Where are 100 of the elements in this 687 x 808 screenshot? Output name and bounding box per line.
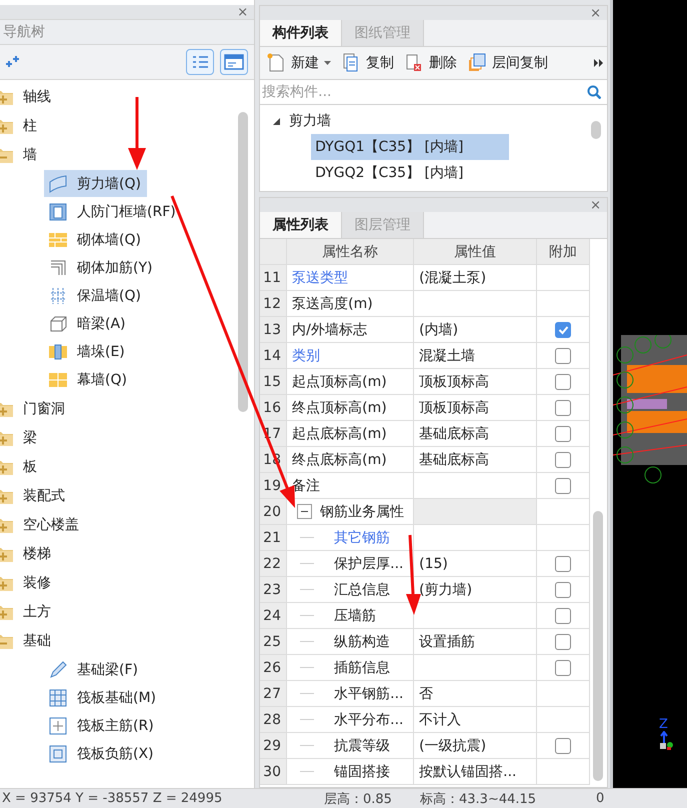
tab[interactable]: 构件列表 bbox=[260, 20, 342, 46]
checkbox[interactable] bbox=[555, 660, 572, 676]
toolbar-button[interactable]: 层间复制 bbox=[465, 51, 550, 75]
add-icon[interactable] bbox=[4, 55, 20, 69]
tree-item[interactable]: 门窗洞 bbox=[0, 394, 71, 423]
checkbox[interactable] bbox=[555, 738, 572, 754]
check-icon bbox=[558, 324, 569, 334]
close-button[interactable]: × bbox=[588, 198, 603, 212]
checkbox[interactable] bbox=[555, 556, 572, 572]
tree-item[interactable]: 板 bbox=[0, 452, 43, 481]
collapse-icon[interactable] bbox=[297, 504, 312, 519]
tree-item[interactable]: DYGQ2【C35】 [内墙] bbox=[311, 160, 510, 186]
tree-item[interactable]: 剪力墙 bbox=[272, 108, 338, 134]
property-value: 不计入 bbox=[419, 710, 462, 728]
property-value: 设置插筋 bbox=[419, 632, 476, 650]
new-dropdown-button[interactable]: 新建 bbox=[264, 51, 334, 75]
property-value: 顶板顶标高 bbox=[419, 398, 490, 416]
property-link[interactable]: 其它钢筋 bbox=[334, 528, 390, 546]
property-link[interactable]: 泵送类型 bbox=[292, 268, 348, 286]
property-value: 基础底标高 bbox=[419, 450, 490, 468]
property-value: (内墙) bbox=[419, 320, 458, 338]
row-number: 30 bbox=[260, 759, 288, 784]
property-name: 插筋信息 bbox=[334, 658, 390, 676]
tree-item[interactable]: 筏板负筋(X) bbox=[44, 740, 160, 767]
property-name: 水平钢筋... bbox=[334, 684, 404, 702]
property-name: 泵送高度(m) bbox=[292, 294, 373, 312]
list-view-button[interactable] bbox=[186, 49, 214, 75]
list-icon bbox=[191, 54, 210, 70]
axis-gizmo-icon bbox=[659, 731, 673, 751]
scrollbar[interactable] bbox=[591, 121, 601, 139]
property-value: 顶板顶标高 bbox=[419, 372, 490, 390]
checkbox[interactable] bbox=[555, 452, 572, 468]
tree-item[interactable]: 砌体加筋(Y) bbox=[44, 254, 158, 281]
row-number: 16 bbox=[260, 395, 288, 420]
property-name: 备注 bbox=[292, 476, 320, 494]
tree-item[interactable]: 基础梁(F) bbox=[44, 656, 144, 683]
tree-item[interactable]: 墙垛(E) bbox=[44, 338, 131, 365]
tree-item[interactable]: 装修 bbox=[0, 568, 57, 597]
tree-item[interactable]: 基础 bbox=[0, 626, 57, 655]
tree-item[interactable]: 轴线 bbox=[0, 82, 57, 111]
tree-item[interactable]: 幕墙(Q) bbox=[44, 366, 133, 393]
checkbox[interactable] bbox=[555, 634, 572, 650]
search-field[interactable]: 搜索构件... bbox=[262, 84, 587, 100]
scrollbar[interactable] bbox=[593, 511, 604, 781]
checkbox[interactable] bbox=[555, 426, 572, 442]
panel-title: 导航树 bbox=[0, 19, 254, 45]
tree-item[interactable]: 砌体墙(Q) bbox=[44, 226, 147, 253]
tree-item[interactable]: 暗梁(A) bbox=[44, 310, 132, 337]
tree-item[interactable]: 楼梯 bbox=[0, 539, 57, 568]
tree-item[interactable]: 土方 bbox=[0, 597, 57, 626]
property-name: 起点顶标高(m) bbox=[292, 372, 387, 390]
column-header: 属性值 bbox=[414, 239, 538, 264]
tree-item[interactable]: 墙 bbox=[0, 140, 43, 169]
tree-item[interactable]: 梁 bbox=[0, 423, 43, 452]
row-number: 28 bbox=[260, 707, 288, 732]
tree-item[interactable]: 空心楼盖 bbox=[0, 510, 85, 539]
tree-item[interactable]: 筏板基础(M) bbox=[44, 684, 162, 711]
beam-icon bbox=[48, 314, 68, 334]
checkbox[interactable] bbox=[555, 478, 572, 494]
property-name: 压墙筋 bbox=[334, 606, 376, 624]
checkbox[interactable] bbox=[555, 374, 572, 390]
row-number: 13 bbox=[260, 317, 288, 342]
rebar-icon bbox=[48, 258, 68, 278]
tree-item[interactable]: 柱 bbox=[0, 111, 43, 140]
collapse-icon[interactable] bbox=[272, 116, 282, 126]
close-button[interactable]: × bbox=[588, 6, 603, 20]
property-name: 终点顶标高(m) bbox=[292, 398, 387, 416]
checkbox[interactable] bbox=[555, 582, 572, 598]
property-value: (一级抗震) bbox=[419, 736, 486, 754]
tree-item[interactable]: DYGQ1【C35】 [内墙] bbox=[311, 134, 510, 160]
property-value: 基础底标高 bbox=[419, 424, 490, 442]
toolbar-button[interactable]: 复制 bbox=[339, 51, 396, 75]
property-name: 起点底标高(m) bbox=[292, 424, 387, 442]
property-link[interactable]: 类别 bbox=[292, 346, 320, 364]
tree-item[interactable]: 剪力墙(Q) bbox=[44, 170, 147, 197]
search-icon[interactable] bbox=[587, 85, 601, 99]
checkbox[interactable] bbox=[555, 400, 572, 416]
property-name: 水平分布... bbox=[334, 710, 404, 728]
floor-height-readout: 层高：0.85 bbox=[324, 790, 393, 808]
tree-item[interactable]: 人防门框墙(RF) bbox=[44, 198, 182, 225]
close-button[interactable]: × bbox=[235, 6, 250, 18]
checkbox[interactable] bbox=[555, 348, 572, 364]
property-value: (剪力墙) bbox=[419, 580, 472, 598]
tree-item[interactable]: 筏板主筋(R) bbox=[44, 712, 160, 739]
row-number: 23 bbox=[260, 577, 288, 602]
tree-item[interactable]: 保温墙(Q) bbox=[44, 282, 147, 309]
scrollbar[interactable] bbox=[238, 112, 248, 412]
row-number: 26 bbox=[260, 655, 288, 680]
tree-item[interactable]: 装配式 bbox=[0, 481, 71, 510]
layers-icon bbox=[467, 53, 488, 73]
more-icon[interactable] bbox=[594, 59, 603, 67]
checkbox[interactable] bbox=[555, 608, 572, 624]
property-group-name: 钢筋业务属性 bbox=[320, 502, 404, 520]
detail-view-button[interactable] bbox=[220, 49, 248, 75]
row-number: 15 bbox=[260, 369, 288, 394]
tab[interactable]: 属性列表 bbox=[260, 212, 342, 238]
property-name: 抗震等级 bbox=[334, 736, 390, 754]
toolbar-button[interactable]: 删除 bbox=[402, 51, 460, 75]
axis-label: Z bbox=[659, 718, 668, 731]
checkbox[interactable] bbox=[555, 322, 572, 338]
